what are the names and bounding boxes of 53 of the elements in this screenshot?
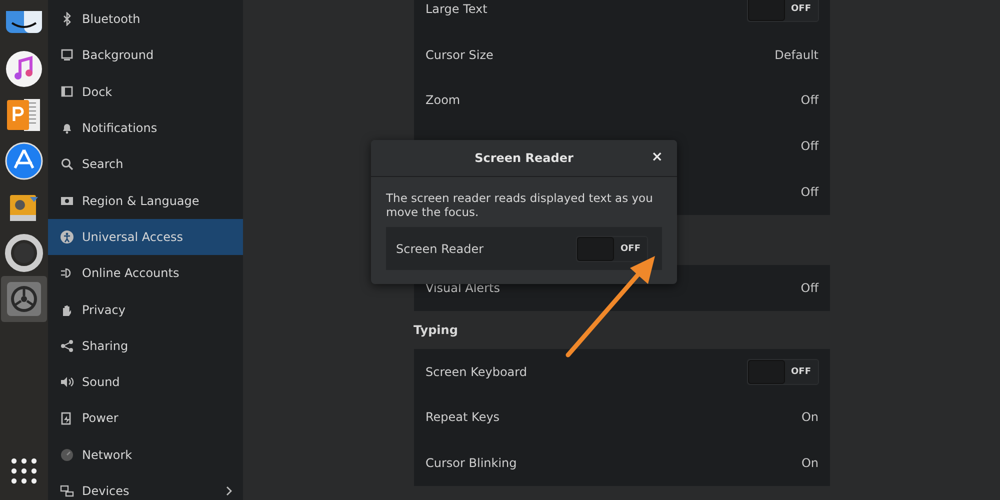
row-value: Off — [800, 93, 818, 108]
speaker-icon — [60, 375, 74, 390]
devices-icon — [60, 484, 74, 498]
sidebar-item[interactable]: Universal Access — [48, 218, 243, 256]
sidebar-item[interactable]: Notifications — [48, 110, 243, 146]
row-label: Cursor Size — [426, 48, 494, 62]
sidebar-item[interactable]: Dock — [48, 74, 243, 110]
sidebar-item[interactable]: Bluetooth — [48, 1, 243, 38]
row-value: Off — [800, 280, 818, 295]
row-value: On — [801, 456, 818, 470]
sidebar-item[interactable]: Sharing — [48, 328, 243, 364]
close-button[interactable]: × — [647, 149, 667, 165]
dock-icon — [60, 84, 74, 99]
sidebar-item[interactable]: Sound — [48, 364, 243, 400]
toggle-switch[interactable]: OFF — [746, 358, 818, 385]
sidebar-item[interactable]: Region & Language — [48, 182, 243, 219]
sidebar-item[interactable]: Search — [48, 146, 243, 182]
finder-icon[interactable] — [4, 11, 44, 35]
app-store-icon[interactable] — [4, 141, 44, 181]
hand-icon — [60, 302, 74, 317]
row-label: Large Text — [426, 2, 488, 16]
settings-icon[interactable] — [4, 279, 44, 319]
row-label: Screen Reader — [396, 242, 484, 256]
dialog-title: Screen Reader — [474, 151, 574, 165]
search-icon — [60, 157, 74, 172]
sidebar-item[interactable]: Online Accounts — [48, 255, 243, 292]
monitor-icon — [60, 48, 74, 62]
network-icon — [60, 448, 74, 462]
sidebar-item[interactable]: Devices — [48, 472, 243, 500]
row-label: Repeat Keys — [426, 410, 500, 424]
sidebar-item[interactable]: Network — [48, 436, 243, 473]
row-label: Zoom — [426, 93, 460, 108]
row-value: Off — [800, 139, 818, 154]
row-label: Screen Keyboard — [426, 364, 527, 379]
bell-icon — [60, 121, 74, 136]
row-value: On — [801, 410, 818, 424]
section-heading: Typing — [414, 322, 459, 339]
sidebar-item[interactable]: Power — [48, 400, 243, 437]
lifebuoy-icon[interactable] — [4, 233, 44, 273]
music-icon[interactable] — [4, 49, 44, 89]
toggle-switch[interactable]: OFF — [576, 236, 648, 262]
share-icon — [60, 338, 74, 353]
chevron-right-icon — [225, 486, 233, 496]
row-value: Off — [800, 185, 818, 200]
sidebar-item[interactable]: Background — [48, 37, 243, 74]
row-label: Visual Alerts — [426, 280, 500, 295]
app-grid-icon[interactable] — [10, 457, 38, 485]
sidebar-item[interactable]: Privacy — [48, 291, 243, 328]
accessibility-icon — [60, 230, 74, 244]
row-label: Cursor Blinking — [426, 456, 517, 470]
toggle-switch[interactable]: OFF — [746, 0, 818, 22]
row-value: Default — [774, 48, 818, 62]
dialog-description: The screen reader reads displayed text as you move the focus. — [386, 191, 654, 219]
